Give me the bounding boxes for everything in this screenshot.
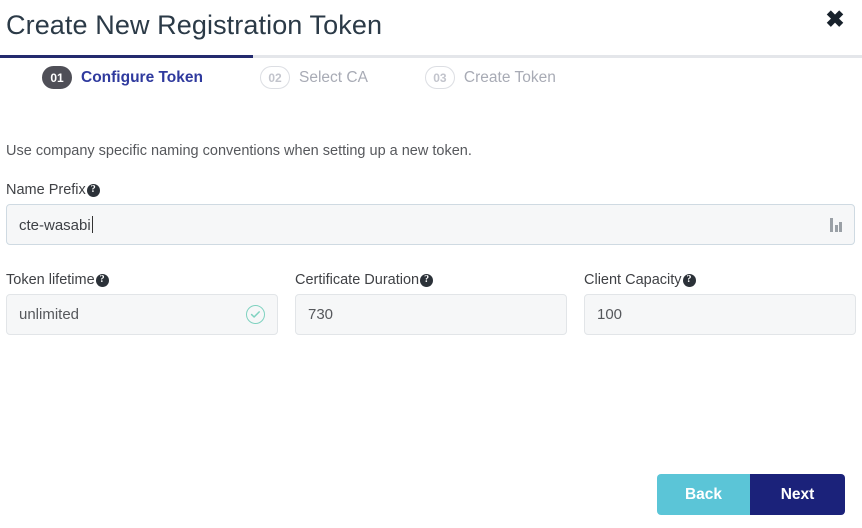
certificate-duration-label-text: Certificate Duration	[295, 272, 420, 288]
stepper-rule-active	[0, 55, 253, 58]
bar-chart-icon[interactable]	[830, 217, 842, 232]
step-label: Create Token	[463, 68, 556, 86]
step-number-badge: 02	[260, 66, 290, 89]
name-prefix-label: Name Prefix ?	[6, 182, 100, 198]
help-icon[interactable]: ?	[86, 183, 100, 197]
wizard-stepper: 01 Configure Token 02 Select CA 03 Creat…	[0, 55, 862, 111]
dialog-body: Use company specific naming conventions …	[0, 143, 862, 335]
certificate-duration-field-group: Certificate Duration ? 730	[295, 271, 567, 335]
token-settings-row: Token lifetime ? unlimited Certificate D…	[6, 271, 856, 335]
help-icon[interactable]: ?	[682, 273, 696, 287]
certificate-duration-input[interactable]: 730	[295, 294, 567, 335]
next-button[interactable]: Next	[750, 474, 845, 515]
back-button[interactable]: Back	[657, 474, 750, 515]
token-lifetime-label: Token lifetime ?	[6, 272, 109, 288]
client-capacity-label: Client Capacity ?	[584, 272, 696, 288]
bar-chart-icon-bar	[839, 222, 842, 232]
client-capacity-input[interactable]: 100	[584, 294, 856, 335]
bar-chart-icon-bar	[834, 225, 838, 232]
token-lifetime-input[interactable]: unlimited	[6, 294, 278, 335]
token-lifetime-field-group: Token lifetime ? unlimited	[6, 271, 278, 335]
help-icon[interactable]: ?	[95, 273, 109, 287]
check-circle-icon	[246, 305, 265, 324]
token-lifetime-label-text: Token lifetime	[6, 272, 95, 288]
close-icon[interactable]: ✖	[820, 4, 850, 34]
name-prefix-input-text: cte-wasabi	[19, 216, 91, 234]
name-prefix-label-text: Name Prefix	[6, 182, 86, 198]
client-capacity-label-text: Client Capacity	[584, 272, 682, 288]
page-title: Create New Registration Token	[6, 10, 383, 40]
form-description: Use company specific naming conventions …	[6, 143, 472, 159]
step-number-badge: 03	[424, 66, 455, 89]
name-prefix-input-value: cte-wasabi	[19, 215, 822, 234]
help-icon[interactable]: ?	[420, 273, 434, 287]
step-configure-token[interactable]: 01 Configure Token	[42, 66, 203, 89]
certificate-duration-input-value: 730	[308, 306, 334, 323]
step-select-ca[interactable]: 02 Select CA	[260, 66, 368, 89]
step-create-token[interactable]: 03 Create Token	[424, 66, 556, 89]
bar-chart-icon-bar	[830, 218, 833, 232]
client-capacity-field-group: Client Capacity ? 100	[584, 271, 856, 335]
client-capacity-input-value: 100	[597, 306, 623, 323]
token-lifetime-input-value: unlimited	[19, 306, 80, 323]
text-caret	[91, 215, 93, 233]
dialog-footer: Back Next	[657, 474, 845, 515]
step-label: Configure Token	[81, 68, 203, 86]
step-number-badge: 01	[42, 66, 72, 89]
step-label: Select CA	[299, 68, 368, 86]
name-prefix-field-group: Name Prefix ? cte-wasabi	[6, 181, 856, 245]
create-registration-token-dialog: Create New Registration Token ✖ 01 Confi…	[0, 0, 862, 528]
certificate-duration-label: Certificate Duration ?	[295, 272, 434, 288]
stepper-steps: 01 Configure Token 02 Select CA 03 Creat…	[0, 66, 556, 89]
dialog-header: Create New Registration Token ✖	[0, 0, 862, 43]
name-prefix-input[interactable]: cte-wasabi	[6, 204, 855, 245]
